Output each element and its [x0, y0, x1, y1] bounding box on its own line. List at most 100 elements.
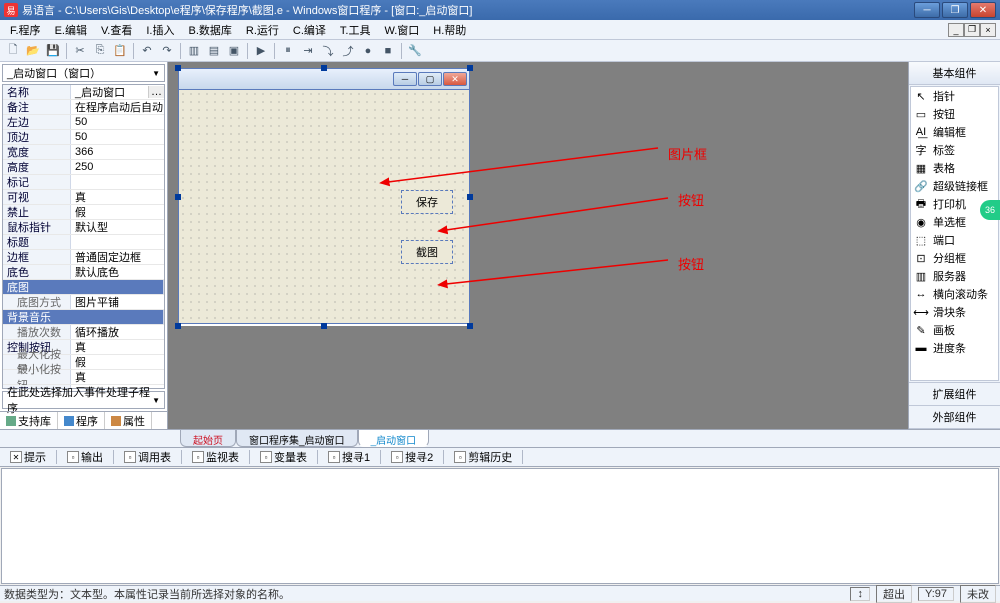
property-row[interactable]: 边框普通固定边框 — [3, 250, 164, 265]
debug-item[interactable]: ▫监视表 — [188, 448, 243, 466]
palette-item[interactable]: ✎画板 — [911, 321, 998, 339]
property-row[interactable]: 可视真 — [3, 190, 164, 205]
palette-item[interactable]: ↔横向滚动条 — [911, 285, 998, 303]
component-palette: 基本组件 ↖指针▭按钮A͟I编辑框字标签▦表格🔗超级链接框🖶打印机◉单选框⬚端口… — [908, 62, 1000, 429]
output-panel[interactable] — [1, 468, 999, 584]
property-row[interactable]: 左边50 — [3, 115, 164, 130]
palette-item[interactable]: 字标签 — [911, 141, 998, 159]
palette-item[interactable]: ↖指针 — [911, 87, 998, 105]
component-icon: ↖ — [913, 89, 929, 103]
form-minimize-icon[interactable]: ─ — [393, 72, 417, 86]
menu-item[interactable]: W.窗口 — [378, 20, 425, 40]
panel-tab[interactable]: 属性 — [105, 412, 152, 429]
ellipsis-button[interactable]: … — [148, 86, 164, 98]
mdi-close-icon[interactable]: × — [980, 23, 996, 37]
designer-button[interactable]: 保存 — [401, 190, 453, 214]
palette-item[interactable]: ▬进度条 — [911, 339, 998, 357]
property-row[interactable]: 名称_启动窗口… — [3, 85, 164, 100]
undo-icon[interactable]: ↶ — [138, 42, 156, 60]
property-row[interactable]: 禁止假 — [3, 205, 164, 220]
paste-icon[interactable]: 📋 — [111, 42, 129, 60]
side-badge[interactable]: 36 — [980, 200, 1000, 220]
hint-button[interactable]: ✕提示 — [6, 448, 50, 466]
debug-item[interactable]: ▫调用表 — [120, 448, 175, 466]
property-grid[interactable]: 名称_启动窗口…备注在程序启动后自动左边50顶边50宽度366高度250标记可视… — [2, 84, 165, 389]
new-icon[interactable]: 🗋 — [4, 42, 22, 60]
property-row[interactable]: 底图 — [3, 280, 164, 295]
property-row[interactable]: 鼠标指针默认型 — [3, 220, 164, 235]
step3-icon[interactable]: ⤴ — [339, 42, 357, 60]
app-icon: 易 — [4, 3, 18, 17]
menu-item[interactable]: B.数据库 — [182, 20, 237, 40]
annotation-label: 图片框 — [668, 144, 707, 163]
palette-item[interactable]: ⬚端口 — [911, 231, 998, 249]
design-canvas[interactable]: ─ ▢ ✕ 保存截图 图片框按钮按钮 — [168, 62, 908, 429]
mdi-restore-icon[interactable]: ❐ — [964, 23, 980, 37]
property-row[interactable]: 顶边50 — [3, 130, 164, 145]
palette-item[interactable]: 🔗超级链接框 — [911, 177, 998, 195]
stop-icon[interactable]: ■ — [379, 42, 397, 60]
layout3-icon[interactable]: ▣ — [225, 42, 243, 60]
property-row[interactable]: 宽度366 — [3, 145, 164, 160]
cut-icon[interactable]: ✂ — [71, 42, 89, 60]
panel-tab[interactable]: 程序 — [58, 412, 105, 429]
debug-item[interactable]: ▫变量表 — [256, 448, 311, 466]
palette-item[interactable]: ⊡分组框 — [911, 249, 998, 267]
menu-item[interactable]: C.编译 — [287, 20, 332, 40]
close-button[interactable]: ✕ — [970, 2, 996, 18]
debug-item[interactable]: ▫剪辑历史 — [450, 448, 516, 466]
form-designer[interactable]: ─ ▢ ✕ 保存截图 — [178, 68, 470, 326]
designer-button[interactable]: 截图 — [401, 240, 453, 264]
property-row[interactable]: 标题 — [3, 235, 164, 250]
palette-item[interactable]: ▦表格 — [911, 159, 998, 177]
palette-item[interactable]: ▥服务器 — [911, 267, 998, 285]
palette-item[interactable]: ⟷滑块条 — [911, 303, 998, 321]
property-row[interactable]: 播放次数循环播放 — [3, 325, 164, 340]
menu-item[interactable]: E.编辑 — [49, 20, 93, 40]
palette-item[interactable]: A͟I编辑框 — [911, 123, 998, 141]
property-row[interactable]: 标记 — [3, 175, 164, 190]
debug-item[interactable]: ▫输出 — [63, 448, 107, 466]
palette-item[interactable]: ▭按钮 — [911, 105, 998, 123]
palette-category[interactable]: 扩展组件 — [909, 383, 1000, 406]
open-icon[interactable]: 📂 — [24, 42, 42, 60]
debug-item[interactable]: ▫搜寻1 — [324, 448, 374, 466]
property-row[interactable]: 最小化按钮真 — [3, 370, 164, 385]
panel-tab[interactable]: 支持库 — [0, 412, 58, 429]
document-tab[interactable]: _启动窗口 — [358, 430, 430, 447]
redo-icon[interactable]: ↷ — [158, 42, 176, 60]
document-tab[interactable]: 窗口程序集_启动窗口 — [236, 430, 358, 447]
layout1-icon[interactable]: ▥ — [185, 42, 203, 60]
breakpoint-icon[interactable]: ● — [359, 42, 377, 60]
debug-item[interactable]: ▫搜寻2 — [387, 448, 437, 466]
property-row[interactable]: 高度250 — [3, 160, 164, 175]
menu-item[interactable]: I.插入 — [140, 20, 180, 40]
property-row[interactable]: 背景音乐 — [3, 310, 164, 325]
form-close-icon[interactable]: ✕ — [443, 72, 467, 86]
document-tab[interactable]: 起始页 — [180, 430, 236, 447]
menu-item[interactable]: H.帮助 — [427, 20, 472, 40]
layout2-icon[interactable]: ▤ — [205, 42, 223, 60]
event-selector[interactable]: 在此处选择加入事件处理子程序▼ — [2, 391, 165, 409]
form-body[interactable]: 保存截图 — [178, 90, 470, 324]
object-selector[interactable]: _启动窗口（窗口）▼ — [2, 64, 165, 82]
maximize-button[interactable]: ❐ — [942, 2, 968, 18]
step1-icon[interactable]: ⇥ — [299, 42, 317, 60]
save-icon[interactable]: 💾 — [44, 42, 62, 60]
step2-icon[interactable]: ⤵ — [319, 42, 337, 60]
menu-item[interactable]: T.工具 — [334, 20, 377, 40]
menu-item[interactable]: V.查看 — [95, 20, 138, 40]
pause-icon[interactable]: ⏸ — [279, 42, 297, 60]
copy-icon[interactable]: ⎘ — [91, 42, 109, 60]
form-maximize-icon[interactable]: ▢ — [418, 72, 442, 86]
property-row[interactable]: 备注在程序启动后自动 — [3, 100, 164, 115]
palette-category[interactable]: 外部组件 — [909, 406, 1000, 429]
mdi-minimize-icon[interactable]: _ — [948, 23, 964, 37]
minimize-button[interactable]: ─ — [914, 2, 940, 18]
property-row[interactable]: 底图方式图片平铺 — [3, 295, 164, 310]
run-icon[interactable]: ▶ — [252, 42, 270, 60]
tool-icon[interactable]: 🔧 — [406, 42, 424, 60]
property-row[interactable]: 底色默认底色 — [3, 265, 164, 280]
menu-item[interactable]: F.程序 — [4, 20, 47, 40]
menu-item[interactable]: R.运行 — [240, 20, 285, 40]
